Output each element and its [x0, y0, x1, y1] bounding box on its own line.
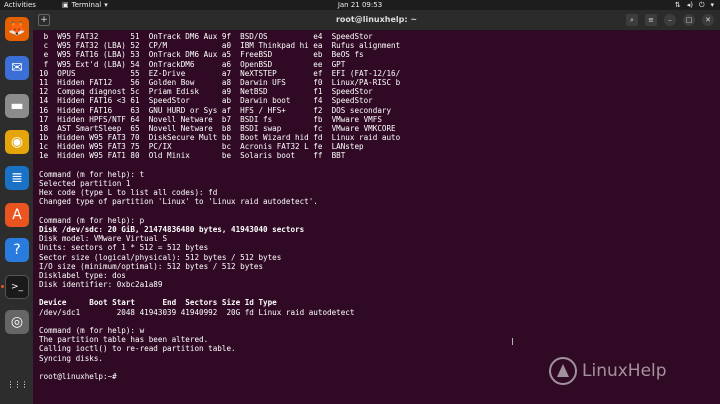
- terminal-line: c W95 FAT32 (LBA) 52 CP/M a0 IBM Thinkpa…: [39, 41, 401, 51]
- terminal-line: 1e Hidden W95 FAT1 80 Old Minix be Solar…: [39, 151, 346, 161]
- music-icon[interactable]: ◉: [5, 130, 29, 154]
- running-indicator: [1, 285, 4, 288]
- terminal-line: e W95 FAT16 (LBA) 53 OnTrack DM6 Aux a5 …: [39, 50, 364, 60]
- chevron-down-icon: ▾: [710, 1, 714, 9]
- firefox-icon[interactable]: 🦊: [5, 17, 29, 41]
- terminal-line: /dev/sdc1 2048 41943039 41940992 20G fd …: [39, 307, 355, 317]
- terminal-line: Disk /dev/sdc: 20 GiB, 21474836480 bytes…: [39, 224, 305, 234]
- volume-icon: ◂): [686, 1, 693, 9]
- search-icon[interactable]: ⌕: [626, 14, 638, 26]
- writer-icon[interactable]: ≣: [5, 166, 29, 190]
- help-icon[interactable]: ?: [5, 238, 29, 262]
- maximize-icon[interactable]: □: [683, 14, 695, 26]
- mail-icon[interactable]: ✉: [5, 56, 29, 80]
- terminal-line: Command (m for help): p: [39, 215, 145, 225]
- terminal-line: Disklabel type: dos: [39, 270, 126, 280]
- watermark: LinuxHelp: [548, 356, 667, 386]
- terminal-window: + root@linuxhelp: ~ ⌕ ≡ – □ ✕ b W95 FAT3…: [33, 10, 720, 404]
- terminal-line: 1c Hidden W95 FAT3 75 PC/IX bc Acronis F…: [39, 142, 364, 152]
- power-icon: ⏻: [698, 1, 705, 9]
- network-icon: ⇅: [674, 1, 681, 9]
- window-controls: ⌕ ≡ – □ ✕: [626, 14, 714, 26]
- terminal-output[interactable]: b W95 FAT32 51 OnTrack DM6 Aux 9f BSD/OS…: [39, 32, 714, 404]
- terminal-line: Disk model: VMware Virtual S: [39, 234, 168, 244]
- terminal-line: Disk identifier: 0xbc2a1a89: [39, 280, 163, 290]
- clock[interactable]: Jan 21 09:53: [0, 0, 720, 10]
- terminal-line: 1b Hidden W95 FAT3 70 DiskSecure Mult bb…: [39, 133, 401, 143]
- terminal-line: 14 Hidden FAT16 <3 61 SpeedStor ab Darwi…: [39, 96, 373, 106]
- dvd-icon[interactable]: ◎: [5, 310, 29, 334]
- terminal-line: 16 Hidden FAT16 63 GNU HURD or Sys af HF…: [39, 105, 392, 115]
- terminal-line: 11 Hidden FAT12 56 Golden Bow a8 Darwin …: [39, 77, 401, 87]
- terminal-line: f W95 Ext'd (LBA) 54 OnTrackDM6 a6 OpenB…: [39, 59, 346, 69]
- minimize-icon[interactable]: –: [664, 14, 676, 26]
- terminal-line: 12 Compaq diagnost 5c Priam Edisk a9 Net…: [39, 87, 373, 97]
- terminal-line: Hex code (type L to list all codes): fd: [39, 188, 218, 198]
- watermark-logo-icon: [549, 357, 577, 385]
- terminal-line: Calling ioctl() to re-read partition tab…: [39, 344, 236, 354]
- terminal-line: Device Boot Start End Sectors Size Id Ty…: [39, 298, 277, 308]
- dock: 🦊 ✉ ▬ ◉ ≣ A? >_ ◎ ⋮⋮⋮: [0, 10, 33, 404]
- terminal-line: 10 OPUS 55 EZ-Drive a7 NeXTSTEP ef EFI (…: [39, 68, 401, 78]
- terminal-line: b W95 FAT32 51 OnTrack DM6 Aux 9f BSD/OS…: [39, 32, 373, 41]
- terminal-line: Command (m for help): w: [39, 326, 145, 335]
- terminal-line: Changed type of partition 'Linux' to 'Li…: [39, 197, 318, 207]
- window-title: root@linuxhelp: ~: [335, 15, 418, 24]
- files-icon[interactable]: ▬: [5, 94, 29, 118]
- terminal-line: 17 Hidden HPFS/NTF 64 Novell Netware b7 …: [39, 114, 382, 124]
- terminal-line: Selected partition 1: [39, 179, 131, 188]
- top-bar: Activities ▣ Terminal ▾ Jan 21 09:53 ⇅ ◂…: [0, 0, 720, 10]
- terminal-line: The partition table has been altered.: [39, 335, 209, 345]
- system-tray[interactable]: ⇅ ◂) ⏻ ▾: [675, 0, 714, 10]
- software-icon[interactable]: A: [5, 203, 29, 227]
- terminal-line: I/O size (minimum/optimal): 512 bytes / …: [39, 261, 264, 271]
- terminal-line: Units: sectors of 1 * 512 = 512 bytes: [39, 243, 209, 253]
- apps-grid-icon[interactable]: ⋮⋮⋮: [5, 372, 29, 396]
- watermark-text: LinuxHelp: [582, 361, 667, 381]
- window-titlebar[interactable]: + root@linuxhelp: ~ ⌕ ≡ – □ ✕: [33, 10, 720, 30]
- hamburger-menu-icon[interactable]: ≡: [645, 14, 657, 26]
- terminal-line: Command (m for help): t: [39, 169, 145, 179]
- terminal-icon[interactable]: >_: [5, 275, 29, 299]
- mouse-ibeam-cursor: I: [511, 337, 514, 348]
- terminal-line: Sector size (logical/physical): 512 byte…: [39, 252, 282, 262]
- terminal-line: 18 AST SmartSleep 65 Novell Netware b8 B…: [39, 123, 396, 133]
- close-icon[interactable]: ✕: [702, 14, 714, 26]
